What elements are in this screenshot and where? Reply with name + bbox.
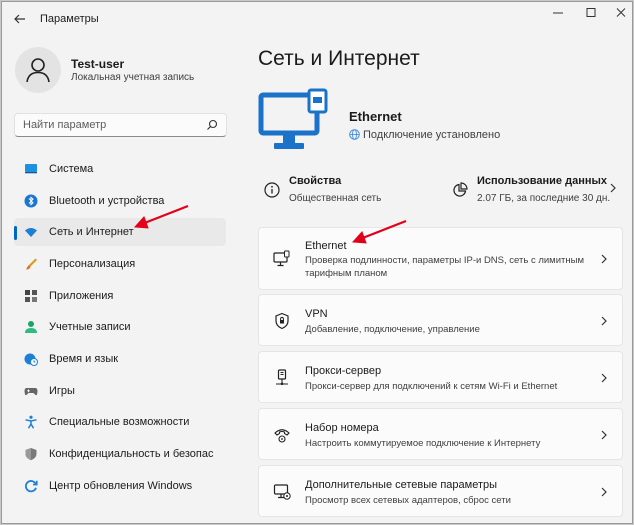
bluetooth-icon bbox=[24, 194, 38, 208]
person-icon bbox=[26, 58, 50, 83]
sidebar-item-personalization[interactable]: Персонализация bbox=[14, 250, 226, 278]
card-title: Дополнительные сетевые параметры bbox=[305, 479, 498, 491]
title-bar: Параметры bbox=[2, 2, 632, 36]
data-usage-summary: 2.07 ГБ, за последние 30 дн. bbox=[477, 193, 611, 204]
shield-icon bbox=[25, 448, 37, 461]
card-subtitle: Проверка подлинности, параметры IP-и DNS… bbox=[305, 255, 584, 279]
search-input[interactable]: Найти параметр bbox=[23, 119, 106, 131]
sidebar-item-label: Bluetooth и устройства bbox=[49, 195, 165, 207]
avatar[interactable] bbox=[15, 47, 61, 93]
apps-icon bbox=[25, 290, 37, 302]
pie-chart-icon[interactable] bbox=[452, 182, 468, 198]
sidebar-item-gaming[interactable]: Игры bbox=[14, 377, 226, 405]
connection-name: Ethernet bbox=[349, 109, 402, 124]
window-title: Параметры bbox=[40, 13, 99, 25]
sidebar-item-bluetooth[interactable]: Bluetooth и устройства bbox=[14, 187, 226, 215]
dialup-icon bbox=[274, 429, 290, 443]
minimize-button[interactable] bbox=[548, 6, 568, 20]
sidebar-item-label: Конфиденциальность и безопас bbox=[49, 448, 214, 460]
arrow-left-icon bbox=[14, 14, 25, 24]
sidebar-item-label: Игры bbox=[49, 385, 75, 397]
sidebar-item-apps[interactable]: Приложения bbox=[14, 282, 226, 310]
card-subtitle: Просмотр всех сетевых адаптеров, сброс с… bbox=[305, 495, 511, 506]
proxy-icon bbox=[276, 369, 288, 386]
brush-icon bbox=[26, 258, 37, 270]
chevron-right-icon bbox=[601, 254, 607, 264]
page-title: Сеть и Интернет bbox=[258, 47, 420, 70]
update-icon bbox=[24, 480, 38, 493]
card-ethernet[interactable]: Ethernet Проверка подлинности, параметры… bbox=[258, 227, 623, 290]
card-dial-up[interactable]: Набор номера Настроить коммутируемое под… bbox=[258, 408, 623, 460]
card-subtitle: Настроить коммутируемое подключение к Ин… bbox=[305, 438, 541, 449]
ethernet-icon bbox=[273, 250, 290, 267]
sidebar-item-label: Система bbox=[49, 163, 94, 175]
back-button[interactable] bbox=[10, 9, 30, 29]
sidebar-item-accessibility[interactable]: Специальные возможности bbox=[14, 408, 226, 436]
card-proxy[interactable]: Прокси-сервер Прокси-сервер для подключе… bbox=[258, 351, 623, 403]
sidebar-item-label: Время и язык bbox=[49, 353, 119, 365]
account-type: Локальная учетная запись bbox=[71, 72, 195, 83]
card-title: Прокси-сервер bbox=[305, 365, 382, 377]
advanced-network-icon bbox=[273, 484, 291, 500]
network-profile: Общественная сеть bbox=[289, 193, 382, 204]
connection-status: Подключение установлено bbox=[349, 129, 500, 141]
chevron-right-icon[interactable] bbox=[609, 183, 617, 193]
sidebar-item-label: Сеть и Интернет bbox=[49, 226, 134, 238]
info-icon[interactable] bbox=[264, 182, 280, 198]
properties-link[interactable]: Свойства bbox=[289, 175, 341, 187]
maximize-button[interactable] bbox=[581, 6, 601, 20]
sidebar-item-windows-update[interactable]: Центр обновления Windows bbox=[14, 472, 226, 500]
card-title: VPN bbox=[305, 308, 328, 320]
search-box[interactable]: Найти параметр bbox=[14, 113, 227, 137]
card-vpn[interactable]: VPN Добавление, подключение, управление bbox=[258, 294, 623, 346]
sidebar-item-accounts[interactable]: Учетные записи bbox=[14, 313, 226, 341]
sidebar-item-network[interactable]: Сеть и Интернет bbox=[14, 218, 226, 246]
connection-status-text: Подключение установлено bbox=[363, 129, 501, 141]
close-icon bbox=[616, 8, 626, 17]
ethernet-illustration-icon bbox=[258, 88, 328, 149]
wifi-icon bbox=[25, 228, 37, 237]
card-advanced-network[interactable]: Дополнительные сетевые параметры Просмот… bbox=[258, 465, 623, 517]
active-indicator bbox=[14, 226, 17, 240]
card-title: Набор номера bbox=[305, 422, 379, 434]
maximize-icon bbox=[586, 8, 596, 17]
data-usage-link[interactable]: Использование данных bbox=[477, 175, 607, 187]
card-subtitle: Добавление, подключение, управление bbox=[305, 324, 480, 335]
sidebar-item-label: Приложения bbox=[49, 290, 114, 302]
sidebar-item-label: Учетные записи bbox=[49, 321, 131, 333]
chevron-right-icon bbox=[601, 430, 607, 440]
accessibility-icon bbox=[25, 415, 37, 429]
search-icon[interactable] bbox=[206, 119, 218, 131]
chevron-right-icon bbox=[601, 316, 607, 326]
chevron-right-icon bbox=[601, 373, 607, 383]
sidebar-item-label: Центр обновления Windows bbox=[49, 480, 193, 492]
gamepad-icon bbox=[24, 388, 38, 396]
sidebar-item-label: Персонализация bbox=[49, 258, 136, 270]
globe-icon bbox=[349, 129, 360, 140]
sidebar-item-privacy[interactable]: Конфиденциальность и безопас bbox=[14, 440, 226, 468]
clock-globe-icon bbox=[24, 353, 38, 366]
vpn-shield-icon bbox=[275, 312, 289, 330]
settings-window: Параметры Test-user Локальная учетная за… bbox=[1, 1, 633, 524]
close-button[interactable] bbox=[611, 6, 631, 20]
sidebar-item-label: Специальные возможности bbox=[49, 416, 190, 428]
user-name: Test-user bbox=[71, 57, 125, 71]
monitor-icon bbox=[25, 164, 37, 174]
chevron-right-icon bbox=[601, 487, 607, 497]
minimize-icon bbox=[553, 12, 563, 14]
sidebar-item-system[interactable]: Система bbox=[14, 155, 226, 183]
person-icon bbox=[25, 321, 37, 333]
sidebar-item-time-language[interactable]: Время и язык bbox=[14, 345, 226, 373]
card-title: Ethernet bbox=[305, 240, 347, 252]
card-subtitle: Прокси-сервер для подключений к сетям Wi… bbox=[305, 381, 558, 392]
